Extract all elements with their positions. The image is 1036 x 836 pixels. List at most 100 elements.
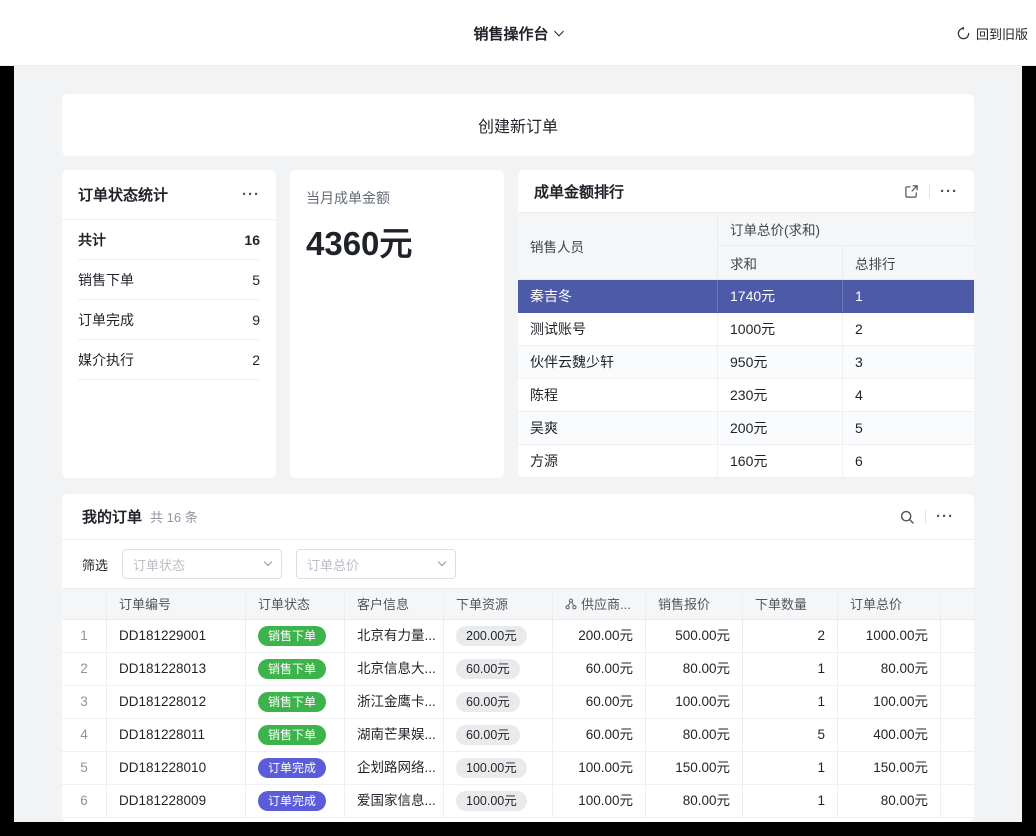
month-amount-card: 当月成单金额 4360元 — [290, 170, 504, 478]
col-quote[interactable]: 销售报价 — [646, 589, 743, 619]
supplier-cell: 60.00元 — [553, 653, 646, 685]
total-cell: 100.00元 — [838, 686, 941, 718]
ranking-row[interactable]: 秦吉冬 1740元 1 — [518, 280, 974, 313]
col-resource[interactable]: 下单资源 — [444, 589, 553, 619]
supplier-cell: 60.00元 — [553, 686, 646, 718]
status-badge: 订单完成 — [258, 791, 326, 811]
total-cell: 150.00元 — [838, 752, 941, 784]
row-index: 1 — [62, 620, 107, 652]
quote-cell: 80.00元 — [646, 719, 743, 751]
chevron-down-icon — [554, 26, 564, 36]
order-row[interactable]: 1 DD181229001 销售下单 北京有力量... 200.00元 200.… — [62, 620, 974, 653]
order-no: DD181228011 — [107, 719, 246, 751]
status-row[interactable]: 订单完成 9 — [78, 300, 260, 340]
my-orders-card: 我的订单 共 16 条 ··· 筛选 订单状态 — [62, 494, 974, 822]
qty-cell: 5 — [743, 719, 838, 751]
customer-cell: 湖南芒果娱... — [345, 719, 444, 751]
salesperson-name: 测试账号 — [518, 313, 718, 345]
order-no: DD181228013 — [107, 653, 246, 685]
customer-cell: 北京有力量... — [345, 620, 444, 652]
search-icon[interactable] — [899, 509, 915, 525]
more-menu-icon[interactable]: ··· — [936, 509, 954, 524]
quote-cell: 80.00元 — [646, 785, 743, 817]
status-badge: 销售下单 — [258, 692, 326, 712]
my-orders-count: 共 16 条 — [150, 507, 198, 526]
ranking-row[interactable]: 方源 160元 6 — [518, 445, 974, 478]
status-badge: 销售下单 — [258, 659, 326, 679]
salesperson-sum: 1740元 — [718, 280, 843, 312]
back-to-old-version-label: 回到旧版 — [976, 24, 1028, 43]
workspace-title-switcher[interactable]: 销售操作台 — [473, 0, 562, 66]
ranking-row[interactable]: 吴爽 200元 5 — [518, 412, 974, 445]
more-menu-icon[interactable]: ··· — [242, 187, 260, 202]
col-supplier-label: 供应商... — [581, 589, 631, 619]
resource-pill: 60.00元 — [456, 659, 520, 679]
filter-order-total-select[interactable]: 订单总价 — [296, 549, 456, 579]
order-row[interactable]: 5 DD181228010 订单完成 企划路网络... 100.00元 100.… — [62, 752, 974, 785]
back-to-old-version-button[interactable]: 回到旧版 — [956, 0, 1028, 66]
status-value: 2 — [252, 352, 260, 368]
open-in-new-icon[interactable] — [904, 184, 919, 199]
customer-cell: 北京信息大... — [345, 653, 444, 685]
customer-cell: 企划路网络... — [345, 752, 444, 784]
resource-pill: 60.00元 — [456, 692, 520, 712]
status-badge: 订单完成 — [258, 758, 326, 778]
status-value: 5 — [252, 272, 260, 288]
salesperson-name: 方源 — [518, 445, 718, 477]
row-index: 3 — [62, 686, 107, 718]
my-orders-title: 我的订单 — [82, 506, 142, 527]
status-row[interactable]: 媒介执行 2 — [78, 340, 260, 380]
row-index: 2 — [62, 653, 107, 685]
status-label: 共计 — [78, 230, 106, 250]
col-order-status[interactable]: 订单状态 — [246, 589, 345, 619]
status-row[interactable]: 销售下单 5 — [78, 260, 260, 300]
col-rank: 总排行 — [843, 246, 974, 279]
qty-cell: 1 — [743, 686, 838, 718]
salesperson-name: 吴爽 — [518, 412, 718, 444]
ranking-row[interactable]: 伙伴云魏少轩 950元 3 — [518, 346, 974, 379]
order-row[interactable]: 6 DD181228009 订单完成 爱国家信息... 100.00元 100.… — [62, 785, 974, 818]
status-list: 共计 16 销售下单 5 订单完成 9 媒介执行 2 — [62, 220, 276, 380]
col-total[interactable]: 订单总价 — [838, 589, 941, 619]
filler-cell — [941, 620, 974, 652]
salesperson-sum: 1000元 — [718, 313, 843, 345]
col-qty[interactable]: 下单数量 — [743, 589, 838, 619]
col-order-no[interactable]: 订单编号 — [107, 589, 246, 619]
col-supplier[interactable]: 供应商... — [553, 589, 646, 619]
order-no: DD181229001 — [107, 620, 246, 652]
supplier-cell: 100.00元 — [553, 752, 646, 784]
status-label: 销售下单 — [78, 270, 134, 290]
filter-order-status-select[interactable]: 订单状态 — [122, 549, 282, 579]
order-row[interactable]: 4 DD181228011 销售下单 湖南芒果娱... 60.00元 60.00… — [62, 719, 974, 752]
top-bar: 销售操作台 回到旧版 — [0, 0, 1036, 66]
salesperson-sum: 160元 — [718, 445, 843, 477]
col-index — [62, 589, 107, 619]
col-customer[interactable]: 客户信息 — [345, 589, 444, 619]
order-row[interactable]: 3 DD181228012 销售下单 浙江金鹰卡... 60.00元 60.00… — [62, 686, 974, 719]
salesperson-name: 伙伴云魏少轩 — [518, 346, 718, 378]
order-row[interactable]: 2 DD181228013 销售下单 北京信息大... 60.00元 60.00… — [62, 653, 974, 686]
row-index: 6 — [62, 785, 107, 817]
quote-cell: 500.00元 — [646, 620, 743, 652]
total-cell: 400.00元 — [838, 719, 941, 751]
order-no: DD181228012 — [107, 686, 246, 718]
stats-row: 订单状态统计 ··· 共计 16 销售下单 5 订单完成 9 — [62, 170, 974, 478]
ranking-table-body: 秦吉冬 1740元 1 测试账号 1000元 2 伙伴云魏少轩 950元 3 — [518, 280, 974, 478]
status-row-total[interactable]: 共计 16 — [78, 220, 260, 260]
filler-cell — [941, 653, 974, 685]
more-menu-icon[interactable]: ··· — [940, 184, 958, 199]
ranking-row[interactable]: 测试账号 1000元 2 — [518, 313, 974, 346]
salesperson-name: 陈程 — [518, 379, 718, 411]
filter-order-status-placeholder: 订单状态 — [133, 555, 185, 574]
order-no: DD181228010 — [107, 752, 246, 784]
status-value: 9 — [252, 312, 260, 328]
ranking-row[interactable]: 陈程 230元 4 — [518, 379, 974, 412]
qty-cell: 1 — [743, 653, 838, 685]
order-no: DD181228009 — [107, 785, 246, 817]
quote-cell: 150.00元 — [646, 752, 743, 784]
qty-cell: 1 — [743, 785, 838, 817]
workspace: 创建新订单 订单状态统计 ··· 共计 16 销售下单 5 — [14, 66, 1022, 822]
filler-cell — [941, 752, 974, 784]
create-order-button[interactable]: 创建新订单 — [62, 94, 974, 156]
salesperson-rank: 5 — [843, 412, 974, 444]
